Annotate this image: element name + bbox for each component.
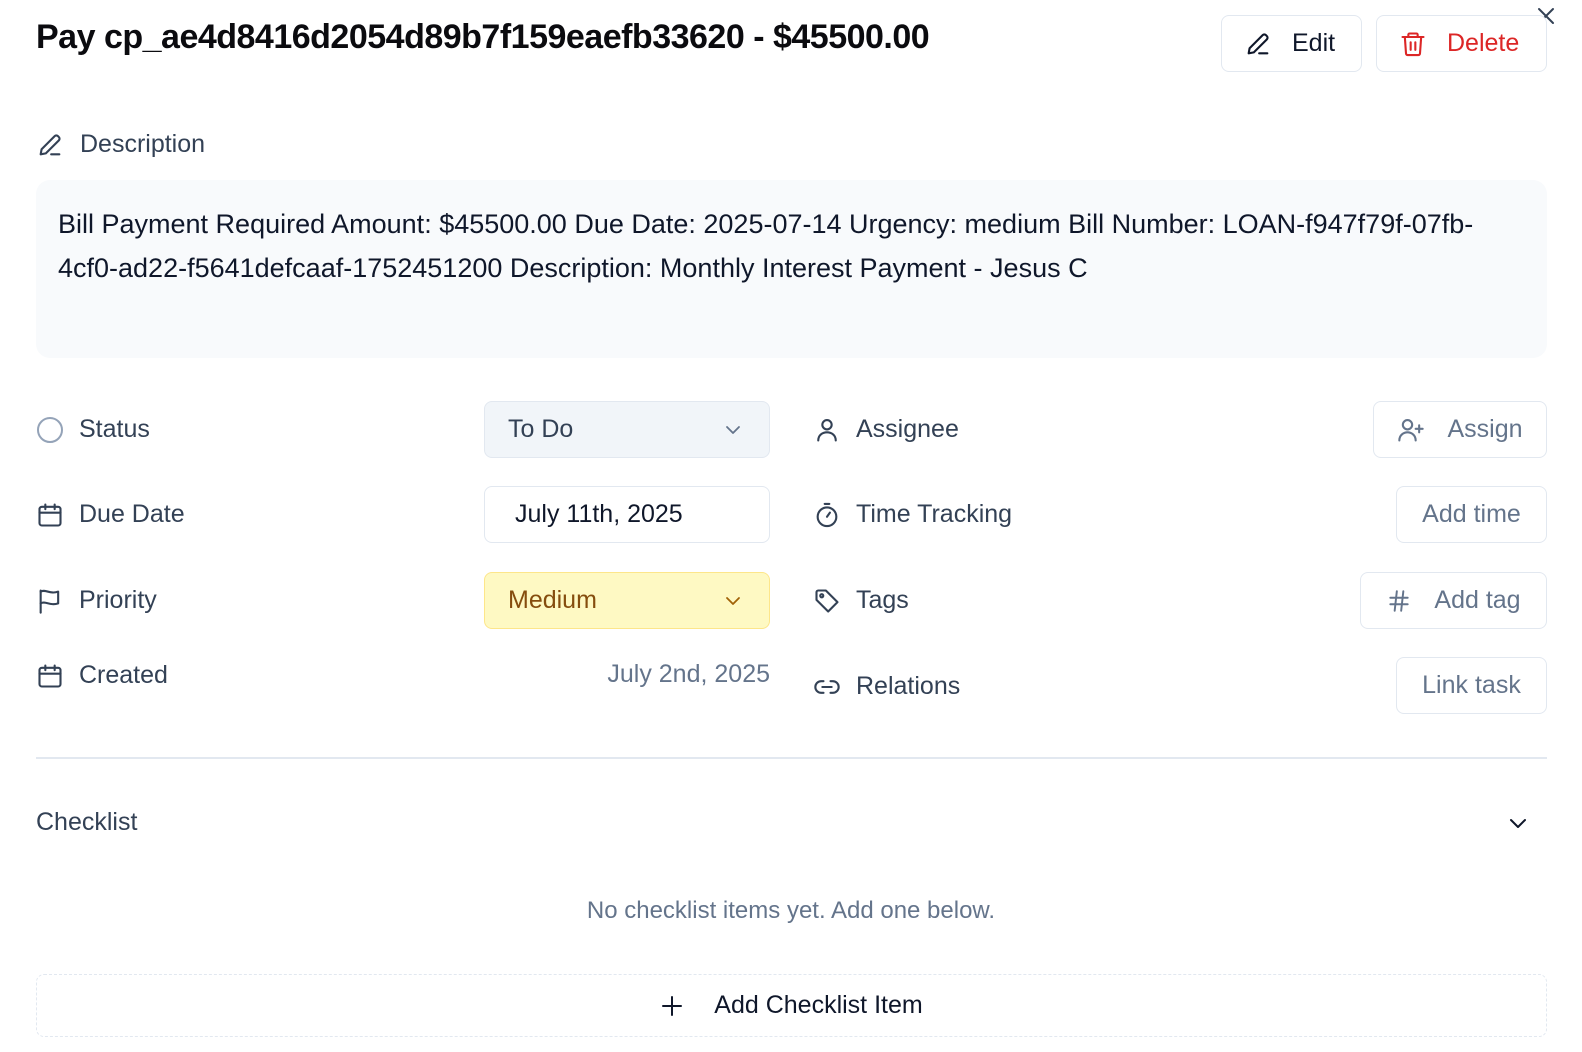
time-tracking-label-text: Time Tracking	[856, 500, 1013, 528]
delete-button-label: Delete	[1447, 29, 1520, 57]
description-text[interactable]: Bill Payment Required Amount: $45500.00 …	[36, 180, 1547, 358]
created-label-text: Created	[79, 661, 168, 689]
add-checklist-item-button[interactable]: Add Checklist Item	[36, 974, 1547, 1037]
assign-button[interactable]: Assign	[1373, 401, 1547, 458]
priority-label-text: Priority	[79, 586, 157, 614]
delete-button[interactable]: Delete	[1376, 15, 1547, 72]
flag-icon	[36, 587, 64, 615]
due-date-picker[interactable]: July 11th, 2025	[484, 486, 770, 543]
status-label-text: Status	[79, 415, 150, 443]
created-label: Created	[36, 661, 168, 690]
chevron-down-icon	[726, 425, 740, 434]
pencil-icon	[39, 133, 61, 155]
checklist-title: Checklist	[36, 808, 138, 836]
trash-icon	[1401, 31, 1425, 56]
chevron-down-icon	[1510, 819, 1526, 828]
due-date-label: Due Date	[36, 500, 185, 529]
calendar-icon	[36, 501, 64, 529]
priority-value: Medium	[508, 586, 597, 614]
status-select[interactable]: To Do	[484, 401, 770, 458]
created-value: July 2nd, 2025	[607, 660, 770, 688]
add-time-button[interactable]: Add time	[1396, 486, 1547, 543]
plus-icon	[662, 995, 683, 1016]
hash-icon	[1389, 589, 1410, 612]
assignee-label-text: Assignee	[856, 415, 959, 443]
due-date-label-text: Due Date	[79, 500, 185, 528]
relations-label: Relations	[813, 672, 960, 701]
timer-icon	[813, 501, 841, 529]
edit-button[interactable]: Edit	[1221, 15, 1362, 72]
user-icon	[813, 416, 841, 444]
tag-icon	[813, 587, 841, 615]
assign-button-label: Assign	[1447, 415, 1523, 443]
chevron-down-icon	[726, 596, 740, 605]
user-plus-icon	[1398, 418, 1425, 442]
tags-label-text: Tags	[856, 586, 909, 614]
description-label: Description	[36, 130, 205, 159]
pencil-icon	[1247, 32, 1269, 54]
relations-label-text: Relations	[856, 672, 961, 700]
assignee-label: Assignee	[813, 415, 959, 444]
edit-button-label: Edit	[1292, 29, 1336, 57]
status-value: To Do	[508, 415, 574, 443]
add-tag-button-label: Add tag	[1434, 586, 1521, 614]
tags-label: Tags	[813, 586, 909, 615]
link-task-button[interactable]: Link task	[1396, 657, 1547, 714]
link-icon	[813, 673, 841, 701]
priority-label: Priority	[36, 586, 157, 615]
add-checklist-item-label: Add Checklist Item	[714, 991, 923, 1019]
priority-select[interactable]: Medium	[484, 572, 770, 629]
section-divider	[36, 757, 1547, 759]
calendar-icon	[36, 662, 64, 690]
circle-icon	[36, 416, 64, 444]
status-label: Status	[36, 415, 150, 444]
page-title: Pay cp_ae4d8416d2054d89b7f159eaefb33620 …	[36, 18, 930, 56]
checklist-empty-message: No checklist items yet. Add one below.	[586, 897, 996, 924]
add-tag-button[interactable]: Add tag	[1360, 572, 1547, 629]
time-tracking-label: Time Tracking	[813, 500, 1012, 529]
checklist-toggle-button[interactable]	[1503, 808, 1533, 838]
description-label-text: Description	[80, 130, 206, 158]
